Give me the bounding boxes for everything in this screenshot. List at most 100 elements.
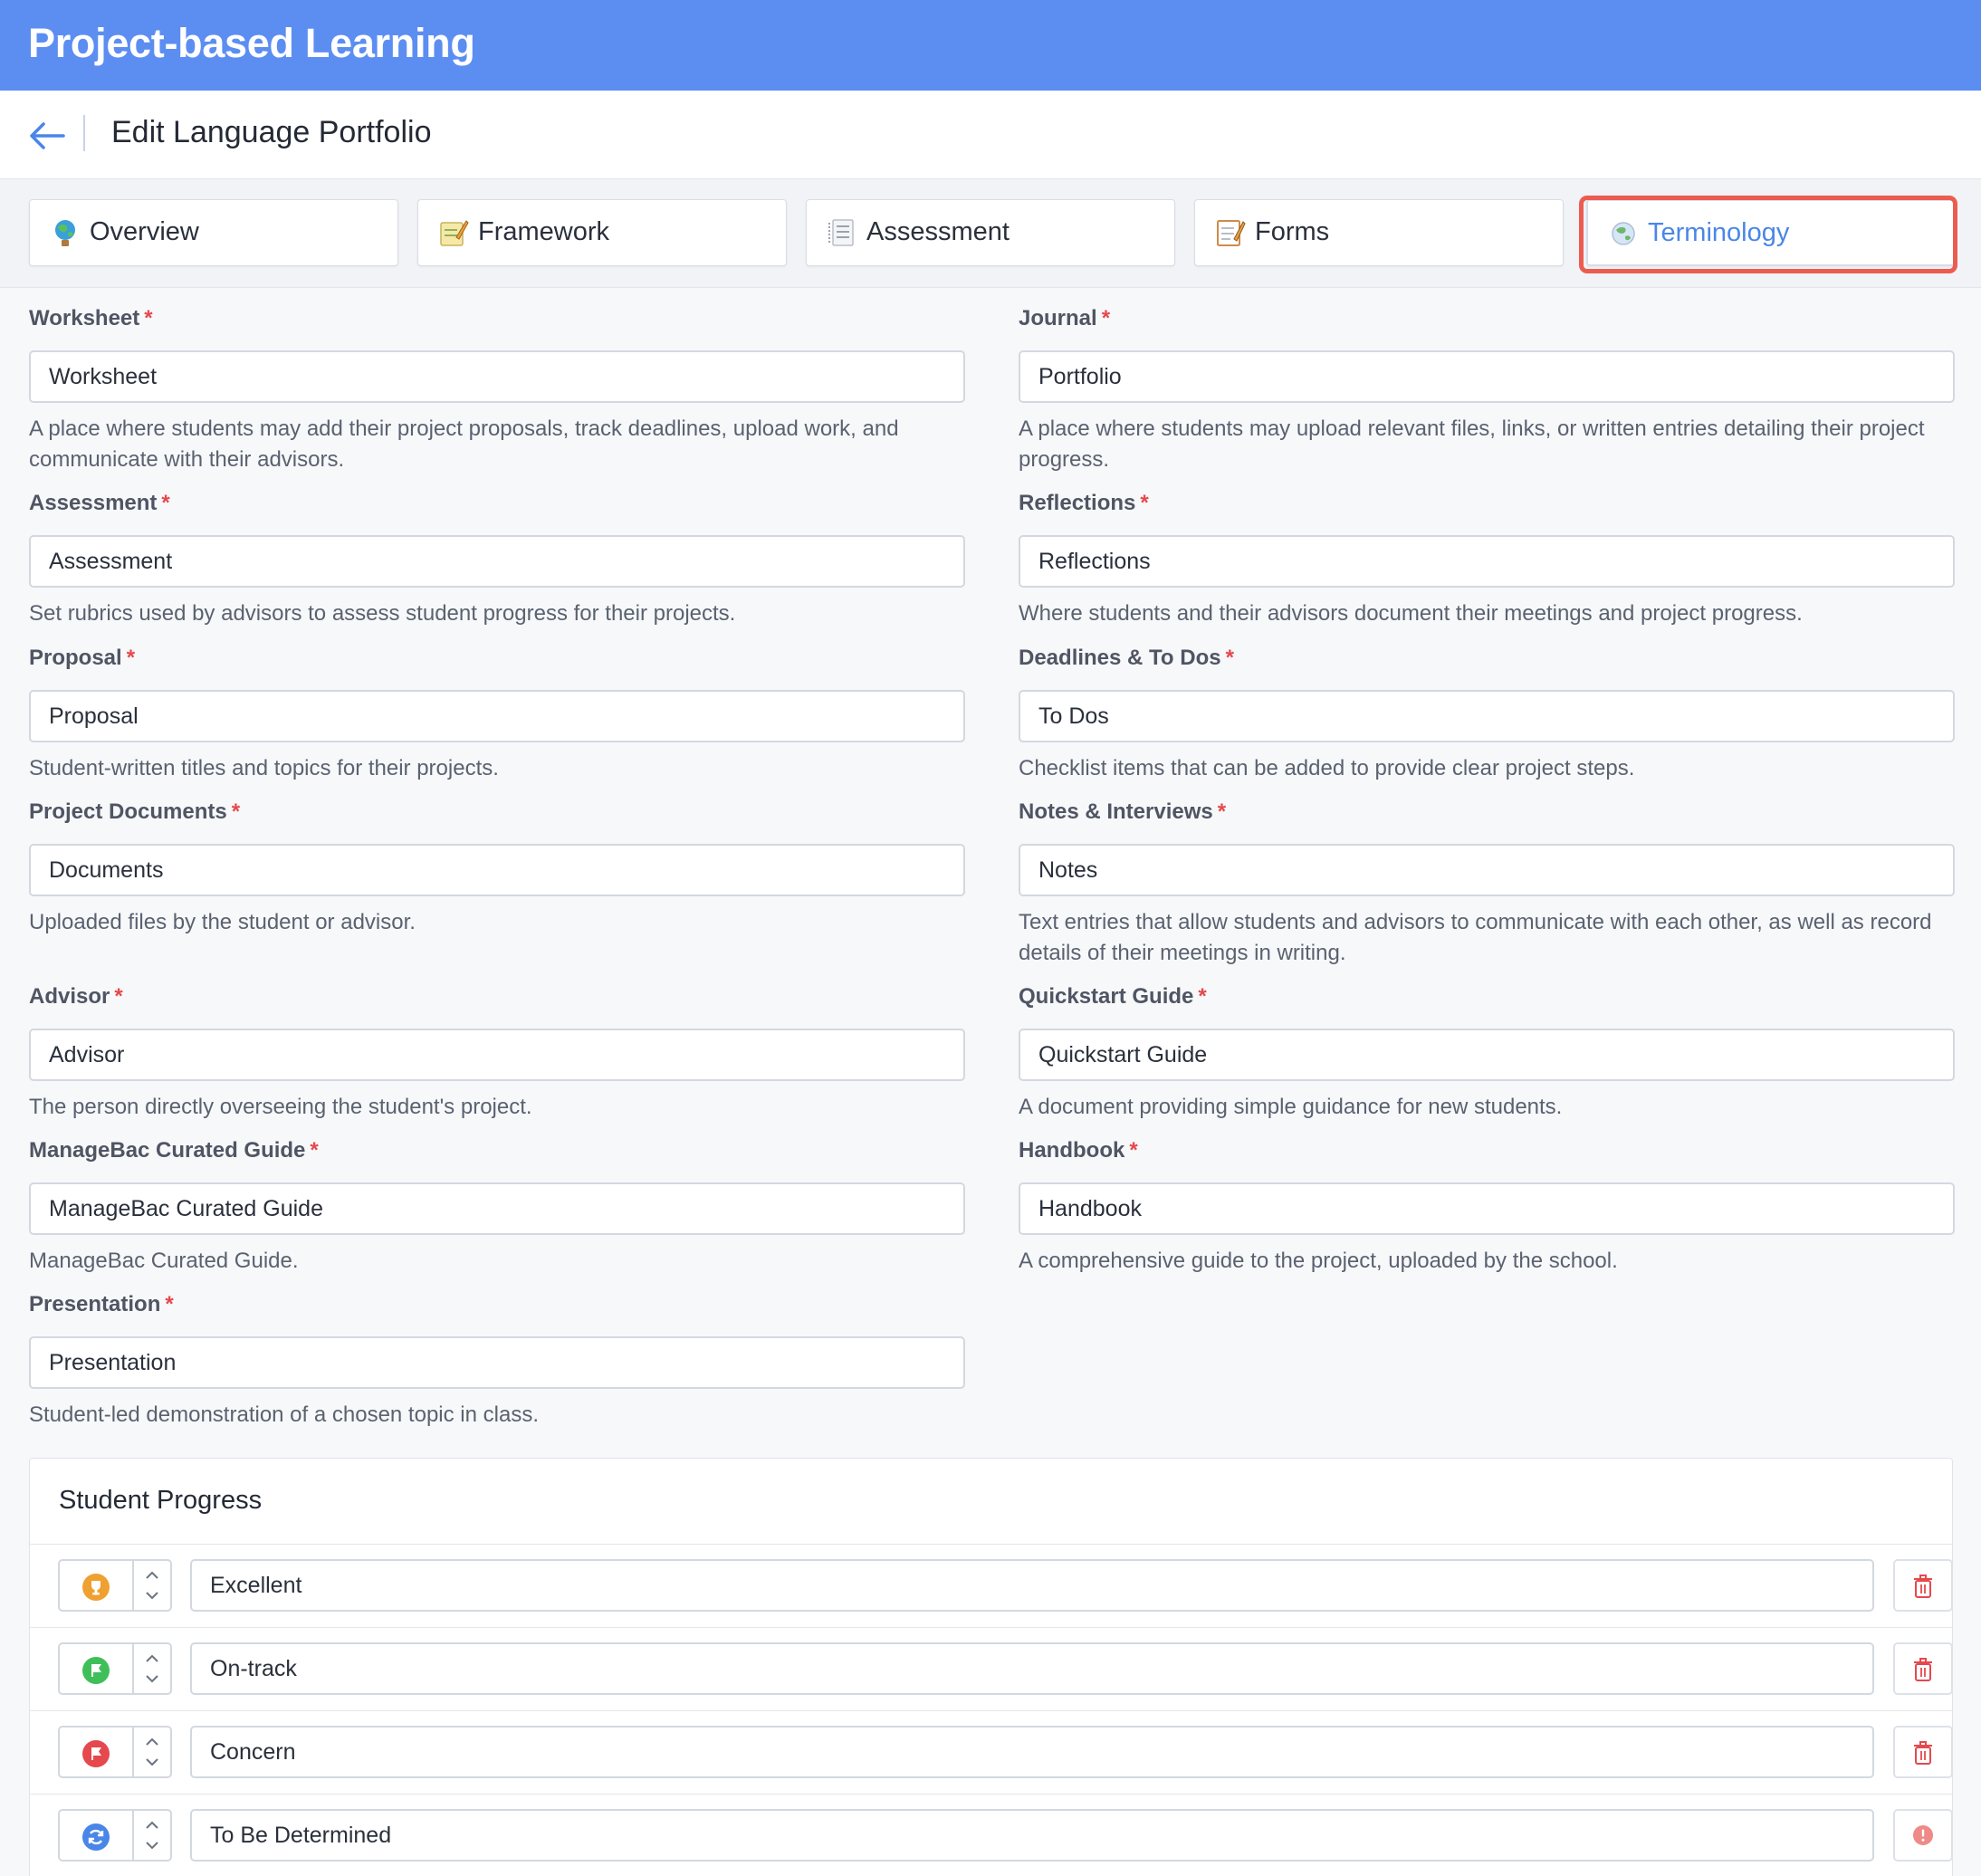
field-help: A comprehensive guide to the project, up… xyxy=(1019,1249,1618,1273)
field-assessment: Assessment* Set rubrics used by advisors… xyxy=(29,491,965,629)
deadlines-input[interactable] xyxy=(1019,690,1955,742)
field-label: Journal * xyxy=(1019,306,1111,330)
proposal-input[interactable] xyxy=(29,690,965,742)
field-help: Text entries that allow students and adv… xyxy=(1019,910,1932,965)
assessment-input[interactable] xyxy=(29,535,965,588)
field-help: Student-led demonstration of a chosen to… xyxy=(29,1402,539,1427)
tab-label: Assessment xyxy=(866,217,1010,246)
field-label: Project Documents * xyxy=(29,799,241,824)
required-marker: * xyxy=(144,306,153,330)
field-help: A place where students may add their pro… xyxy=(29,416,899,472)
app-title: Project-based Learning xyxy=(28,20,475,66)
field-managebac-curated-guide: ManageBac Curated Guide * ManageBac Curat… xyxy=(29,1138,965,1277)
delete-button[interactable] xyxy=(1893,1559,1953,1612)
delete-button[interactable] xyxy=(1893,1642,1953,1695)
presentation-input[interactable] xyxy=(29,1336,965,1389)
tab-bar: Overview Framework Assessment Forms Term… xyxy=(0,179,1981,288)
progress-label-input[interactable] xyxy=(190,1809,1874,1862)
field-worksheet: Worksheet* A place where students may ad… xyxy=(29,306,965,475)
progress-row xyxy=(30,1795,1953,1876)
tab-assessment[interactable]: Assessment xyxy=(806,199,1175,266)
required-marker: * xyxy=(310,1138,319,1163)
document-list-icon xyxy=(828,219,854,246)
notes-input[interactable] xyxy=(1019,844,1955,896)
journal-input[interactable] xyxy=(1019,350,1955,403)
required-marker: * xyxy=(1101,306,1111,330)
handbook-input[interactable] xyxy=(1019,1182,1955,1235)
quickstart-input[interactable] xyxy=(1019,1029,1955,1081)
progress-icon-picker[interactable] xyxy=(58,1809,134,1862)
field-label: ManageBac Curated Guide * xyxy=(29,1138,319,1163)
tab-forms[interactable]: Forms xyxy=(1194,199,1564,266)
progress-label-input[interactable] xyxy=(190,1642,1874,1695)
tab-framework[interactable]: Framework xyxy=(417,199,787,266)
field-help: Where students and their advisors docume… xyxy=(1019,601,1803,626)
field-help: ManageBac Curated Guide. xyxy=(29,1249,299,1273)
required-marker: * xyxy=(1217,799,1227,824)
reorder-stepper[interactable] xyxy=(132,1559,172,1612)
progress-row xyxy=(30,1711,1953,1795)
back-button[interactable] xyxy=(27,118,67,154)
tab-terminology[interactable]: Terminology xyxy=(1586,199,1956,266)
progress-label-input[interactable] xyxy=(190,1559,1874,1612)
field-project-documents: Project Documents* Uploaded files by the… xyxy=(29,799,965,938)
field-label: Handbook * xyxy=(1019,1138,1138,1163)
required-marker: * xyxy=(161,491,170,515)
required-marker: * xyxy=(126,646,136,670)
progress-icon-picker[interactable] xyxy=(58,1726,134,1778)
tab-label: Terminology xyxy=(1648,218,1790,247)
required-marker: * xyxy=(1129,1138,1138,1163)
trash-icon xyxy=(1914,1741,1932,1765)
progress-row xyxy=(30,1545,1953,1628)
field-label: Presentation * xyxy=(29,1292,174,1316)
trash-icon xyxy=(1914,1574,1932,1598)
notepad-pencil-icon xyxy=(440,220,469,246)
delete-button[interactable] xyxy=(1893,1726,1953,1778)
required-marker: * xyxy=(231,799,241,824)
field-deadlines-todos: Deadlines & To Dos* Checklist items that… xyxy=(1019,646,1955,784)
app-header: Project-based Learning xyxy=(0,0,1981,91)
field-help: Set rubrics used by advisors to assess s… xyxy=(29,601,736,626)
field-quickstart-guide: Quickstart Guide* A document providing s… xyxy=(1019,984,1955,1123)
required-marker: * xyxy=(165,1292,174,1316)
worksheet-input[interactable] xyxy=(29,350,965,403)
field-handbook: Handbook* A comprehensive guide to the p… xyxy=(1019,1138,1955,1277)
student-progress-panel: Student Progress xyxy=(29,1458,1953,1876)
tab-label: Framework xyxy=(478,217,610,246)
flag-icon xyxy=(82,1740,110,1767)
progress-icon-picker[interactable] xyxy=(58,1642,134,1695)
field-label: Notes & Interviews * xyxy=(1019,799,1227,824)
student-progress-title: Student Progress xyxy=(59,1486,263,1515)
field-help: Student-written titles and topics for th… xyxy=(29,756,499,780)
documents-input[interactable] xyxy=(29,844,965,896)
tab-overview[interactable]: Overview xyxy=(29,199,398,266)
progress-row xyxy=(30,1628,1953,1711)
chevron-up-down-icon xyxy=(146,1571,158,1600)
required-marker: * xyxy=(1198,984,1207,1009)
flag-icon xyxy=(82,1657,110,1684)
chevron-up-down-icon xyxy=(146,1737,158,1766)
reorder-stepper[interactable] xyxy=(132,1642,172,1695)
field-label: Deadlines & To Dos * xyxy=(1019,646,1234,670)
field-help: A document providing simple guidance for… xyxy=(1019,1095,1563,1119)
trash-icon xyxy=(1914,1658,1932,1681)
memo-icon xyxy=(1217,220,1246,246)
field-help: The person directly overseeing the stude… xyxy=(29,1095,532,1119)
header-divider xyxy=(83,115,85,151)
reflections-input[interactable] xyxy=(1019,535,1955,588)
field-help: Uploaded files by the student or advisor… xyxy=(29,910,416,934)
field-label: Proposal * xyxy=(29,646,136,670)
field-advisor: Advisor* The person directly overseeing … xyxy=(29,984,965,1123)
globe-icon xyxy=(1612,222,1635,245)
field-reflections: Reflections* Where students and their ad… xyxy=(1019,491,1955,629)
curated-guide-input[interactable] xyxy=(29,1182,965,1235)
required-marker: * xyxy=(1140,491,1149,515)
globe-plant-icon xyxy=(55,220,75,246)
progress-label-input[interactable] xyxy=(190,1726,1874,1778)
advisor-input[interactable] xyxy=(29,1029,965,1081)
reorder-stepper[interactable] xyxy=(132,1726,172,1778)
reorder-stepper[interactable] xyxy=(132,1809,172,1862)
field-label: Worksheet * xyxy=(29,306,153,330)
progress-icon-picker[interactable] xyxy=(58,1559,134,1612)
required-marker: * xyxy=(114,984,123,1009)
